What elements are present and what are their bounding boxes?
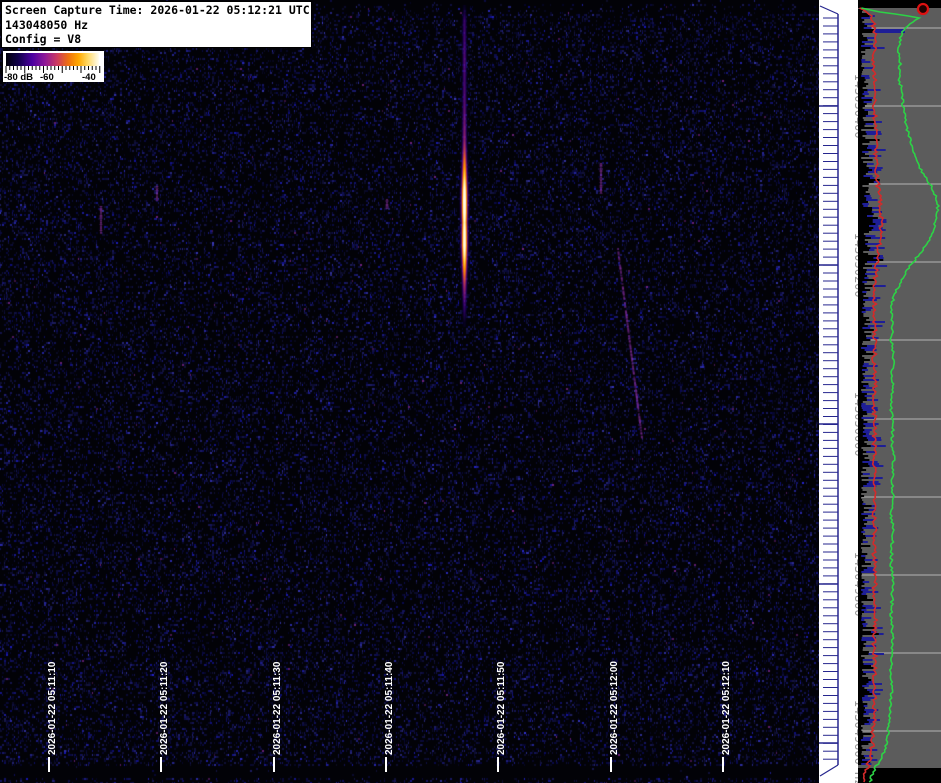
time-axis-label: 2026-01-22 05:11:30 [272, 662, 283, 755]
time-axis-tick [610, 757, 612, 772]
time-axis-tick [722, 757, 724, 772]
time-axis-label: 2026-01-22 05:11:50 [496, 662, 507, 755]
red-circle-marker-icon [918, 4, 928, 14]
spectrum-panel [858, 0, 941, 783]
db-label: -60 [40, 72, 54, 83]
config-text: Config = V8 [5, 32, 308, 47]
time-axis-label: 2026-01-22 05:12:10 [721, 661, 732, 755]
screen-capture-view: 2026-01-22 05:11:10 2026-01-22 05:11:20 20… [0, 0, 941, 783]
capture-info-box: Screen Capture Time: 2026-01-22 05:12:21… [1, 1, 312, 48]
time-axis-tick [160, 757, 162, 772]
db-color-scale: -80 dB -60 -40 [3, 51, 104, 82]
color-gradient-bar [6, 53, 99, 66]
capture-time-text: Screen Capture Time: 2026-01-22 05:12:21… [5, 3, 308, 18]
time-axis-label: 2026-01-22 05:11:10 [47, 662, 58, 755]
db-label: -80 dB [4, 72, 33, 83]
time-axis-tick [385, 757, 387, 772]
time-axis-tick [48, 757, 50, 772]
time-axis-tick [273, 757, 275, 772]
frequency-text: 143048050 Hz [5, 18, 308, 33]
time-axis-label: 2026-01-22 05:11:40 [384, 662, 395, 755]
frequency-axis: 1430504001430502001430500001430498001430… [819, 0, 858, 783]
time-axis-label: 2026-01-22 05:12:00 [609, 661, 620, 755]
time-axis-label: 2026-01-22 05:11:20 [159, 662, 170, 755]
db-label: -40 [82, 72, 96, 83]
waterfall-spectrogram [0, 0, 820, 783]
time-axis-tick [497, 757, 499, 772]
